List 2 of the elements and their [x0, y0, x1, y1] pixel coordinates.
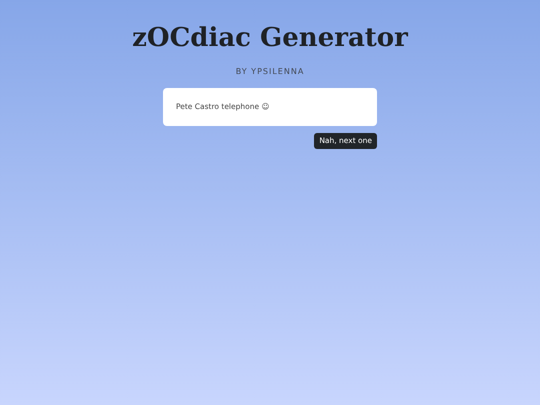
page-title: zOCdiac Generator [132, 22, 408, 55]
byline: BY YPSILENNA [236, 66, 304, 78]
